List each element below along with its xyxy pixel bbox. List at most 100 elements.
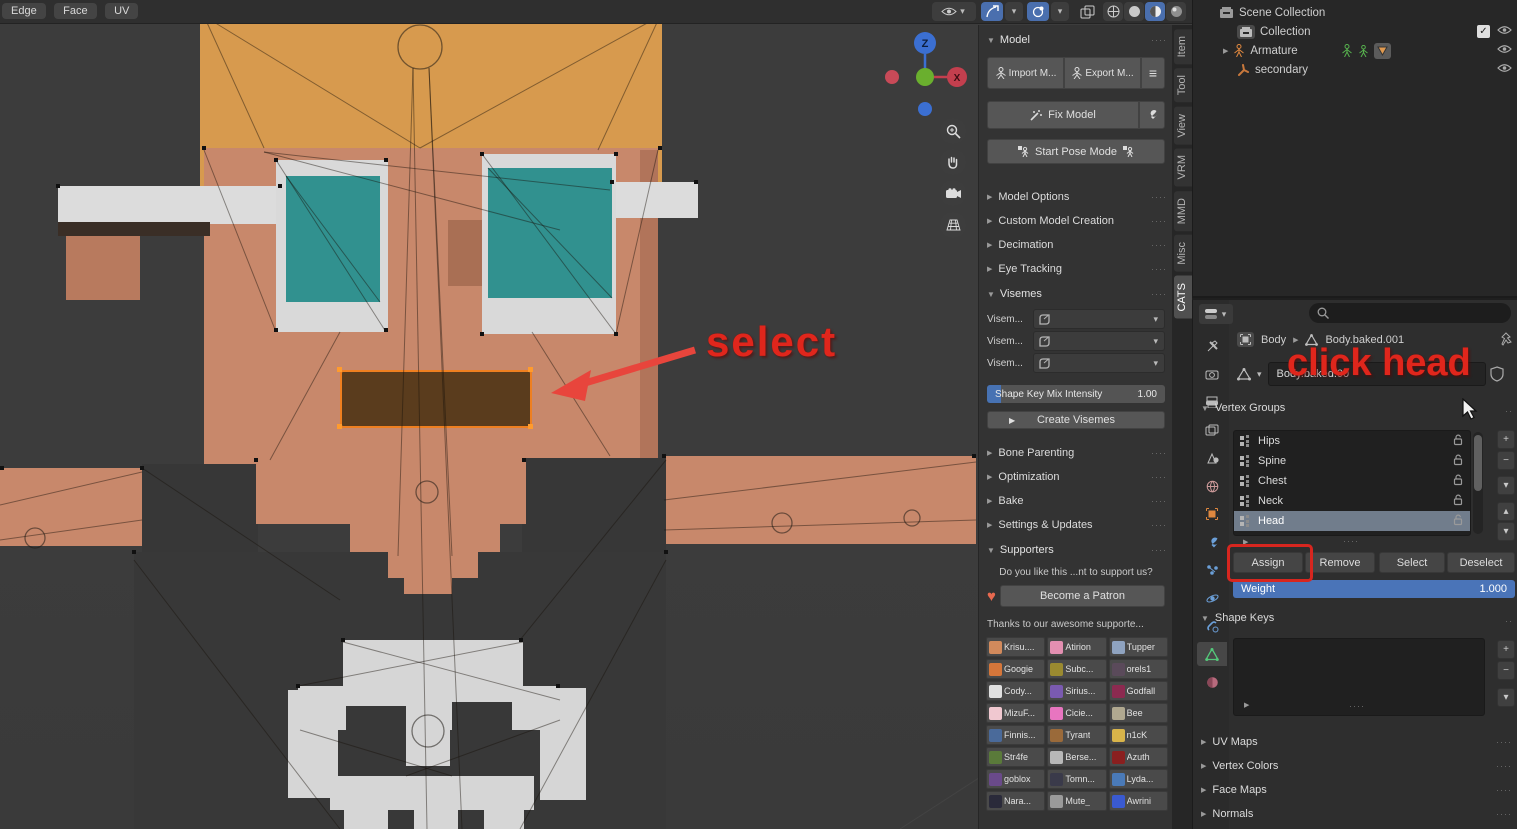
- vertex-group-row-neck[interactable]: Neck: [1234, 491, 1470, 511]
- supporter-button-tyrant[interactable]: Tyrant: [1047, 725, 1106, 745]
- properties-section-face-maps[interactable]: ▶Face Maps····: [1193, 778, 1517, 802]
- supporter-button-atirion[interactable]: Atirion: [1047, 637, 1106, 657]
- properties-section-normals[interactable]: ▶Normals····: [1193, 802, 1517, 826]
- unlock-icon[interactable]: [1453, 434, 1464, 446]
- perspective-toggle-button[interactable]: [940, 212, 966, 238]
- material-tab[interactable]: [1197, 670, 1227, 694]
- collection-eye-icon[interactable]: [1497, 25, 1512, 38]
- unlock-icon[interactable]: [1453, 514, 1464, 526]
- zoom-tool-button[interactable]: [940, 118, 966, 144]
- editor-type-selector[interactable]: ▾: [1199, 304, 1233, 324]
- become-patron-button[interactable]: Become a Patron: [1000, 585, 1165, 607]
- unlock-icon[interactable]: [1453, 494, 1464, 506]
- vertex-group-row-head[interactable]: Head: [1234, 511, 1470, 531]
- create-visemes-button[interactable]: ▶ Create Visemes: [987, 411, 1165, 429]
- supporter-button-tomn[interactable]: Tomn...: [1047, 769, 1106, 789]
- outliner-row-scene-collection[interactable]: Scene Collection: [1193, 3, 1517, 22]
- tool-tab[interactable]: [1197, 334, 1227, 358]
- mesh-dropdown-chevron[interactable]: ▾: [1255, 369, 1264, 380]
- overlays-toggle[interactable]: [1075, 2, 1099, 21]
- menu-edge[interactable]: Edge: [2, 3, 46, 19]
- snap-dropdown[interactable]: ▾: [1051, 2, 1069, 21]
- camera-view-button[interactable]: [940, 180, 966, 206]
- supporter-button-cody[interactable]: Cody...: [986, 681, 1045, 701]
- cats-section-custom-model-creation[interactable]: ▶Custom Model Creation····: [979, 209, 1173, 233]
- shape-key-remove-button[interactable]: −: [1497, 661, 1515, 680]
- cats-section-decimation[interactable]: ▶Decimation····: [979, 233, 1173, 257]
- selected-mouth-face[interactable]: [340, 370, 532, 428]
- vertex-group-move-down-button[interactable]: ▾: [1497, 522, 1515, 541]
- render-tab[interactable]: [1197, 362, 1227, 386]
- navigation-gizmo[interactable]: Z X: [880, 28, 980, 128]
- unlock-icon[interactable]: [1453, 474, 1464, 486]
- sidebar-tab-tool[interactable]: Tool: [1174, 68, 1192, 102]
- expand-triangle-icon[interactable]: ▶: [1244, 701, 1249, 709]
- object-tab[interactable]: [1197, 502, 1227, 526]
- supporter-button-berse[interactable]: Berse...: [1047, 747, 1106, 767]
- shape-key-specials-button[interactable]: ▾: [1497, 688, 1515, 707]
- vertex-groups-scrollbar[interactable]: [1473, 432, 1483, 534]
- shape-keys-header[interactable]: ▼ Shape Keys: [1201, 612, 1274, 624]
- sidebar-tab-cats[interactable]: CATS: [1174, 276, 1192, 319]
- properties-section-uv-maps[interactable]: ▶UV Maps····: [1193, 730, 1517, 754]
- vertex-group-row-spine[interactable]: Spine: [1234, 451, 1470, 471]
- supporter-button-subc[interactable]: Subc...: [1047, 659, 1106, 679]
- import-model-button[interactable]: Import M...: [987, 57, 1064, 89]
- supporter-button-nara[interactable]: Nara...: [986, 791, 1045, 811]
- fix-model-settings-button[interactable]: [1139, 101, 1165, 129]
- shading-wireframe-button[interactable]: [1103, 2, 1123, 21]
- supporter-button-awrini[interactable]: Awrini: [1109, 791, 1168, 811]
- supporter-button-lyda[interactable]: Lyda...: [1109, 769, 1168, 789]
- supporter-button-sirius[interactable]: Sirius...: [1047, 681, 1106, 701]
- supporter-button-n1ck[interactable]: n1cK: [1109, 725, 1168, 745]
- supporter-button-tupper[interactable]: Tupper: [1109, 637, 1168, 657]
- object-data-tab[interactable]: [1197, 642, 1227, 666]
- vertex-group-row-hips[interactable]: Hips: [1234, 431, 1470, 451]
- menu-uv[interactable]: UV: [105, 3, 138, 19]
- vertex-group-row-chest[interactable]: Chest: [1234, 471, 1470, 491]
- scene-tab[interactable]: [1197, 446, 1227, 470]
- shading-rendered-button[interactable]: [1166, 2, 1186, 21]
- armature-eye-icon[interactable]: [1497, 44, 1512, 57]
- supporter-button-cicie[interactable]: Cicie...: [1047, 703, 1106, 723]
- vertex-group-add-button[interactable]: +: [1497, 430, 1515, 449]
- unlock-icon[interactable]: [1453, 454, 1464, 466]
- resize-grip-icon[interactable]: ····: [1349, 701, 1365, 711]
- proportional-dropdown[interactable]: ▾: [1005, 2, 1023, 21]
- shape-key-add-button[interactable]: +: [1497, 640, 1515, 659]
- resize-grip-icon[interactable]: ····: [1343, 536, 1359, 546]
- vertex-group-specials-button[interactable]: ▾: [1497, 476, 1515, 495]
- supporters-panel-header[interactable]: ▼ Supporters ····: [979, 539, 1173, 561]
- cats-section-optimization[interactable]: ▶Optimization····: [979, 465, 1173, 489]
- fix-model-button[interactable]: Fix Model: [987, 101, 1139, 129]
- cats-section-eye-tracking[interactable]: ▶Eye Tracking····: [979, 257, 1173, 281]
- select-button[interactable]: Select: [1379, 552, 1445, 573]
- viseme-shape-key-dropdown[interactable]: ▾: [1033, 331, 1165, 351]
- shape-key-mix-intensity-slider[interactable]: Shape Key Mix Intensity 1.00: [987, 385, 1165, 403]
- model-panel-header[interactable]: ▼ Model ····: [979, 29, 1173, 51]
- weight-slider[interactable]: Weight 1.000: [1233, 580, 1515, 598]
- supporter-button-mute[interactable]: Mute_: [1047, 791, 1106, 811]
- supporter-button-str4fe[interactable]: Str4fe: [986, 747, 1045, 767]
- search-input[interactable]: [1335, 307, 1485, 319]
- collection-checkbox[interactable]: ✓: [1477, 25, 1490, 38]
- supporter-button-krisu[interactable]: Krisu....: [986, 637, 1045, 657]
- supporter-button-godfall[interactable]: Godfall: [1109, 681, 1168, 701]
- shape-keys-list[interactable]: ▶ ····: [1233, 638, 1485, 716]
- shading-material-button[interactable]: [1145, 2, 1165, 21]
- cats-section-model-options[interactable]: ▶Model Options····: [979, 185, 1173, 209]
- particles-tab[interactable]: [1197, 558, 1227, 582]
- outliner-row-collection[interactable]: Collection ✓: [1193, 22, 1517, 41]
- remove-button[interactable]: Remove: [1305, 552, 1375, 573]
- import-menu-button[interactable]: ≡: [1141, 57, 1165, 89]
- proportional-edit-toggle[interactable]: [981, 2, 1003, 21]
- snap-toggle[interactable]: [1027, 2, 1049, 21]
- start-pose-mode-button[interactable]: Start Pose Mode: [987, 139, 1165, 164]
- breadcrumb-object[interactable]: Body: [1261, 334, 1286, 346]
- shading-solid-button[interactable]: [1124, 2, 1144, 21]
- view-layer-tab[interactable]: [1197, 418, 1227, 442]
- scrollbar-thumb[interactable]: [1474, 435, 1482, 491]
- cats-section-bone-parenting[interactable]: ▶Bone Parenting····: [979, 441, 1173, 465]
- pin-icon[interactable]: [1499, 332, 1513, 347]
- sidebar-tab-view[interactable]: View: [1174, 107, 1192, 145]
